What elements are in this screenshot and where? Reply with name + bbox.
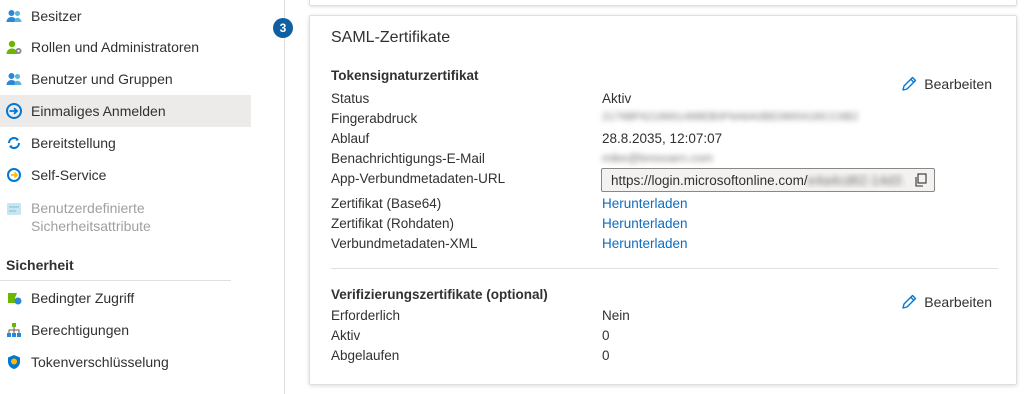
token-signing-certificate-title: Tokensignaturzertifikat — [331, 68, 479, 83]
verification-certificates-title: Verifizierungszertifikate (optional) — [331, 287, 548, 302]
status-value: Aktiv — [602, 91, 632, 106]
token-encryption-icon — [6, 354, 22, 370]
required-label: Erforderlich — [331, 308, 401, 323]
sidebar: Besitzer Rollen und Administratoren Benu… — [0, 0, 285, 394]
sidebar-item-roles[interactable]: Rollen und Administratoren — [0, 31, 251, 63]
metadata-url-value: https://login.microsoftonline.com/ — [611, 172, 808, 188]
sidebar-item-label: Benutzerdefinierte Sicherheitsattribute — [31, 199, 151, 235]
metadata-url-blurred: e4a4cd62-14d3 ... — [807, 172, 906, 188]
sidebar-item-users-groups[interactable]: Benutzer und Gruppen — [0, 63, 251, 95]
expiry-label: Ablauf — [331, 131, 370, 146]
label-line-1: Benutzerdefinierte — [31, 200, 145, 216]
owners-icon — [6, 8, 22, 24]
sidebar-item-conditional-access[interactable]: Bedingter Zugriff — [0, 282, 251, 314]
card-title: SAML-Zertifikate — [331, 29, 451, 46]
copy-icon[interactable] — [914, 173, 928, 187]
pencil-icon — [900, 293, 918, 311]
metadata-url-field[interactable]: https://login.microsoftonline.com/e4a4cd… — [601, 168, 935, 192]
expiry-value: 28.8.2035, 12:07:07 — [602, 131, 723, 146]
thumbprint-value: 2176BF6218661488EB0F6A6A0BE0865418ICC6B2 — [602, 111, 859, 123]
notification-email-label: Benachrichtigungs-E-Mail — [331, 151, 485, 166]
notification-email-value: mike@bresoarn.com — [602, 151, 713, 165]
download-cert-base64-link[interactable]: Herunterladen — [602, 196, 688, 211]
section-divider — [0, 280, 231, 281]
previous-card — [309, 0, 1017, 6]
sidebar-item-label: Berechtigungen — [31, 322, 130, 338]
expired-label: Abgelaufen — [331, 348, 400, 363]
label-line-2: Sicherheitsattribute — [31, 218, 151, 234]
edit-token-certificate-button[interactable]: Bearbeiten — [900, 75, 992, 93]
status-label: Status — [331, 91, 370, 106]
saml-certificates-card: SAML-Zertifikate Tokensignaturzertifikat… — [309, 15, 1017, 385]
sidebar-item-label: Besitzer — [31, 8, 82, 24]
section-divider — [331, 268, 998, 269]
edit-verification-certificates-button[interactable]: Bearbeiten — [900, 293, 992, 311]
active-value: 0 — [602, 328, 610, 343]
thumbprint-label: Fingerabdruck — [331, 111, 418, 126]
section-title-security: Sicherheit — [6, 257, 74, 273]
metadata-url-label: App-Verbundmetadaten-URL — [331, 171, 506, 186]
metadata-url-text: https://login.microsoftonline.com/e4a4cd… — [602, 173, 906, 188]
pencil-icon — [900, 75, 918, 93]
sidebar-item-label: Tokenverschlüsselung — [31, 354, 169, 370]
required-value: Nein — [602, 308, 630, 323]
single-sign-on-icon — [6, 103, 22, 119]
roles-icon — [6, 39, 22, 55]
download-federation-xml-link[interactable]: Herunterladen — [602, 236, 688, 251]
sidebar-item-owners[interactable]: Besitzer — [0, 0, 251, 32]
sidebar-item-label: Rollen und Administratoren — [31, 39, 200, 55]
federation-xml-label: Verbundmetadaten-XML — [331, 236, 478, 251]
edit-label: Bearbeiten — [924, 76, 992, 92]
sidebar-item-permissions[interactable]: Berechtigungen — [0, 314, 251, 346]
sidebar-item-label: Bereitstellung — [31, 135, 116, 151]
cert-raw-label: Zertifikat (Rohdaten) — [331, 216, 455, 231]
custom-attributes-icon — [6, 201, 22, 217]
expired-value: 0 — [602, 348, 610, 363]
sidebar-item-label: Einmaliges Anmelden — [31, 103, 166, 119]
provisioning-icon — [6, 135, 22, 151]
sidebar-item-label: Benutzer und Gruppen — [31, 71, 173, 87]
download-cert-raw-link[interactable]: Herunterladen — [602, 216, 688, 231]
sidebar-item-single-sign-on[interactable]: Einmaliges Anmelden — [0, 95, 251, 127]
edit-label: Bearbeiten — [924, 294, 992, 310]
sidebar-item-label: Bedingter Zugriff — [31, 290, 135, 306]
users-groups-icon — [6, 71, 22, 87]
sidebar-item-custom-security-attributes[interactable]: Benutzerdefinierte Sicherheitsattribute — [0, 199, 251, 239]
sidebar-item-token-encryption[interactable]: Tokenverschlüsselung — [0, 346, 251, 378]
active-label: Aktiv — [331, 328, 361, 343]
self-service-icon — [6, 167, 22, 183]
permissions-icon — [6, 322, 22, 338]
sidebar-item-label: Self-Service — [31, 167, 107, 183]
sidebar-item-self-service[interactable]: Self-Service — [0, 159, 251, 191]
conditional-access-icon — [6, 290, 22, 306]
step-badge: 3 — [273, 18, 293, 38]
sidebar-item-provisioning[interactable]: Bereitstellung — [0, 127, 251, 159]
cert-base64-label: Zertifikat (Base64) — [331, 196, 442, 211]
